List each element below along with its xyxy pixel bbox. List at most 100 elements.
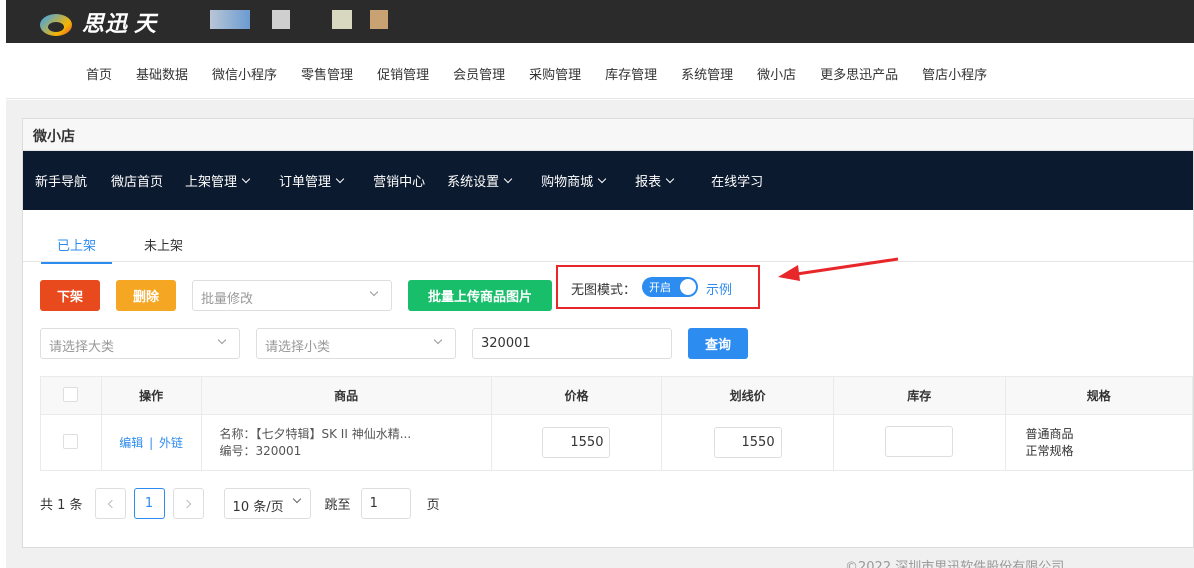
delete-button[interactable]: 删除 [116,280,176,311]
sub-nav-item[interactable]: 报表 [635,171,675,190]
sub-nav-item[interactable]: 营销中心 [373,171,425,190]
sub-nav-label: 购物商城 [541,175,594,190]
sub-navigation: 新手导航 微店首页 上架管理 订单管理 营销中心 系统设置 购物商城 报表 在线学习 [23,151,1193,210]
subcategory-select[interactable]: 请选择小类 [256,328,456,359]
sub-nav-item[interactable]: 订单管理 [279,171,345,190]
blurred-info-1 [210,10,250,29]
select-all-header [40,376,102,415]
row-select-cell [40,414,102,471]
main-nav-item[interactable]: 库存管理 [605,64,657,83]
main-nav-item[interactable]: 促销管理 [377,64,429,83]
main-nav-item[interactable]: 微信小程序 [212,64,277,83]
page-unit-label: 页 [426,498,440,513]
sub-nav-label: 微店首页 [111,175,164,190]
unlist-button[interactable]: 下架 [40,280,100,311]
chevron-down-icon [597,174,607,184]
copyright-footer: ©2022 深圳市思迅软件股份有限公司 [845,560,1065,568]
main-nav-item[interactable]: 零售管理 [301,64,353,83]
select-all-checkbox[interactable] [63,386,79,402]
tab-off-shelf[interactable]: 未上架 [128,235,199,264]
blurred-info-3 [332,10,352,29]
sub-nav-item[interactable]: 新手导航 [35,171,87,190]
product-name: 名称：【七夕特辑】SK II 神仙水精... [219,426,412,441]
spec-detail: 正常规格 [1025,443,1074,458]
sub-nav-item[interactable]: 微店首页 [111,171,163,190]
header-spec: 规格 [1004,376,1194,415]
jump-page-input[interactable]: 1 [360,488,411,519]
header-product: 商品 [200,376,492,415]
category-placeholder: 请选择大类 [49,340,115,355]
tab-divider [23,261,1193,262]
sub-nav-label: 报表 [635,175,662,190]
price-input[interactable]: 1550 [542,427,611,458]
main-nav-item[interactable]: 更多思迅产品 [820,64,898,83]
no-image-mode-box: 无图模式： 开启 示例 [556,265,760,309]
main-nav-item[interactable]: 基础数据 [136,64,188,83]
shelf-tabs: 已上架 未上架 [41,235,199,264]
sub-nav-item[interactable]: 上架管理 [185,171,251,190]
page-size-select[interactable]: 10 条/页 [223,488,311,519]
micro-shop-panel: 微小店 新手导航 微店首页 上架管理 订单管理 营销中心 系统设置 购物商城 报表 在线学习 已… [22,118,1194,548]
category-select[interactable]: 请选择大类 [40,328,240,359]
product-code: 编号：320001 [219,443,302,458]
main-nav-item[interactable]: 微小店 [757,64,796,83]
no-image-mode-label: 无图模式： [571,283,637,298]
strike-price-input[interactable]: 1550 [713,427,782,458]
sub-nav-item[interactable]: 购物商城 [541,171,607,190]
switch-knob [680,279,696,295]
row-checkbox[interactable] [63,433,79,449]
chevron-right-icon [182,499,191,508]
main-nav-item[interactable]: 会员管理 [453,64,505,83]
page-size-value: 10 条/页 [232,500,284,515]
brand-logo[interactable]: 思迅 天 [36,6,157,38]
blurred-info-4 [370,10,388,29]
annotation-arrow-icon [778,257,899,281]
stock-cell [832,414,1006,471]
header-stock: 库存 [832,376,1006,415]
sub-nav-label: 在线学习 [711,175,764,190]
cloud-logo-icon [36,8,76,36]
sub-nav-label: 新手导航 [35,175,88,190]
chevron-down-icon [503,174,513,184]
main-navigation: 首页 基础数据 微信小程序 零售管理 促销管理 会员管理 采购管理 库存管理 系统管理 微小店 更多… [6,49,1194,99]
main-nav-item[interactable]: 首页 [86,64,112,83]
strike-price-cell: 1550 [661,414,834,471]
spec-type: 普通商品 [1025,426,1074,441]
header-price: 价格 [490,376,663,415]
product-cell: 名称：【七夕特辑】SK II 神仙水精... 编号：320001 [200,414,492,471]
sub-nav-item[interactable]: 在线学习 [711,171,763,190]
tab-on-shelf[interactable]: 已上架 [41,235,113,264]
batch-upload-images-button[interactable]: 批量上传商品图片 [408,280,552,311]
chevron-down-icon [217,335,227,345]
example-link[interactable]: 示例 [706,279,732,298]
query-button[interactable]: 查询 [688,328,748,359]
prev-page-button[interactable] [94,488,126,519]
chevron-down-icon [433,335,443,345]
batch-edit-select[interactable]: 批量修改 [192,280,392,311]
stock-input[interactable] [885,425,954,457]
price-cell: 1550 [490,414,663,471]
product-table: 操作 商品 价格 划线价 库存 规格 编辑 | 外链 名称：【七夕特辑】SK I… [40,376,1194,471]
top-header-bar: 思迅 天 [6,0,1194,43]
spec-cell: 普通商品 正常规格 [1004,414,1194,471]
main-nav-item[interactable]: 采购管理 [529,64,581,83]
action-separator: | [149,436,154,450]
no-image-mode-switch[interactable]: 开启 [642,277,698,297]
sub-nav-label: 订单管理 [279,175,332,190]
sub-nav-label: 营销中心 [373,175,426,190]
main-nav-item[interactable]: 管店小程序 [922,64,987,83]
edit-link[interactable]: 编辑 [119,436,143,450]
sub-nav-item[interactable]: 系统设置 [447,171,513,190]
chevron-left-icon [107,499,116,508]
logo-text: 思迅 [82,12,129,37]
next-page-button[interactable] [172,488,204,519]
panel-title: 微小店 [23,119,1193,151]
row-actions-cell: 编辑 | 外链 [100,414,202,471]
search-input[interactable]: 320001 [472,328,672,359]
batch-edit-placeholder: 批量修改 [201,292,254,307]
main-nav-item[interactable]: 系统管理 [681,64,733,83]
external-link[interactable]: 外链 [159,436,183,450]
header-strike-price: 划线价 [661,376,834,415]
page-1-button[interactable]: 1 [133,488,165,519]
header-actions: 操作 [100,376,202,415]
